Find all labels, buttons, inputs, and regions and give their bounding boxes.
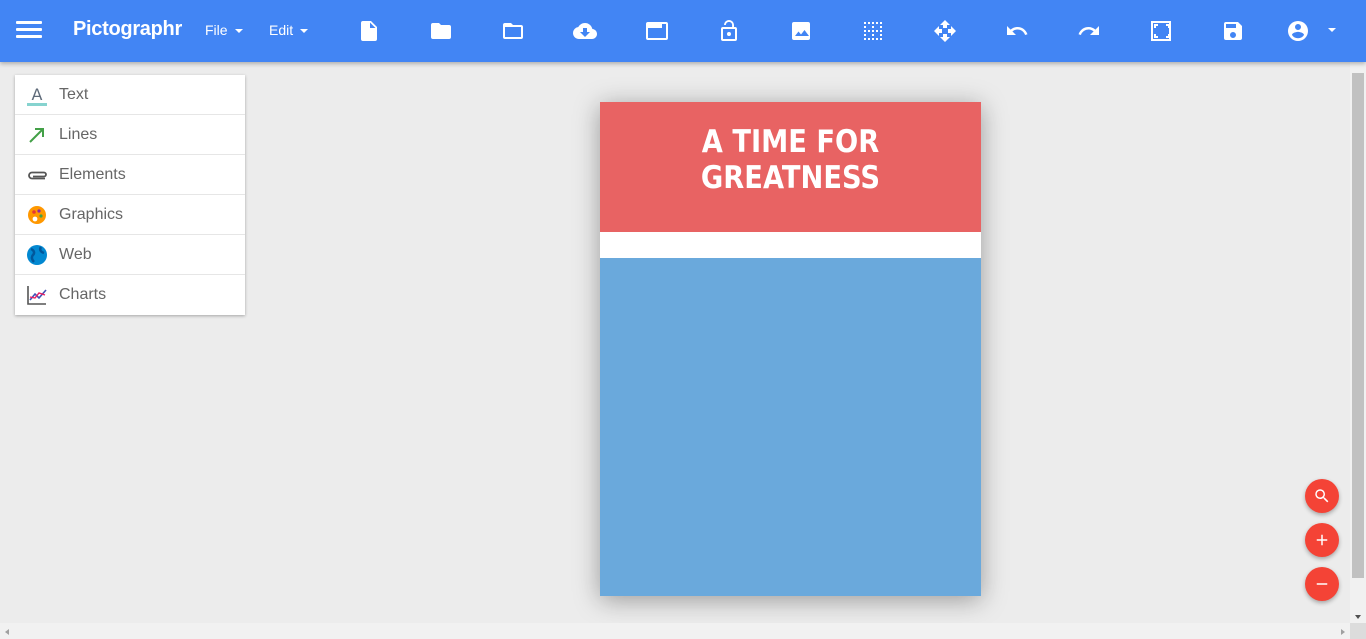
window-icon[interactable] [640, 14, 674, 48]
content-band[interactable] [600, 258, 981, 596]
scroll-down-arrow-icon[interactable] [1355, 615, 1361, 619]
panel-item-label: Charts [59, 286, 107, 303]
text-icon: A [15, 83, 59, 107]
unlock-icon[interactable] [712, 14, 746, 48]
zoom-in-icon [1316, 534, 1328, 546]
caret-down-icon [300, 29, 309, 33]
paperclip-icon [15, 163, 59, 187]
design-canvas[interactable]: A TIME FOR GREATNESS [600, 102, 981, 596]
zoom-out-icon [1316, 583, 1328, 585]
scrollbar-corner [1350, 623, 1366, 639]
scroll-right-arrow-icon[interactable] [1341, 629, 1345, 635]
zoom-out-button[interactable] [1305, 567, 1339, 601]
file-menu[interactable]: File [205, 22, 243, 38]
fit-screen-icon[interactable] [1144, 14, 1178, 48]
zoom-in-button[interactable] [1305, 523, 1339, 557]
new-document-icon[interactable] [352, 14, 386, 48]
edit-menu[interactable]: Edit [269, 22, 309, 38]
vertical-scroll-thumb[interactable] [1352, 73, 1364, 578]
panel-item-web[interactable]: Web [15, 235, 245, 275]
panel-item-label: Graphics [59, 205, 124, 223]
divider-band[interactable] [600, 232, 981, 258]
account-caret-down-icon[interactable] [1328, 28, 1336, 32]
hamburger-menu-icon[interactable] [16, 19, 42, 41]
folder-open-icon[interactable] [496, 14, 530, 48]
app-title: Pictographr [73, 18, 182, 40]
globe-icon [15, 243, 59, 267]
panel-item-lines[interactable]: Lines [15, 115, 245, 155]
caret-down-icon [234, 29, 243, 33]
cloud-download-icon[interactable] [568, 14, 602, 48]
grid-icon[interactable] [856, 14, 890, 48]
move-icon[interactable] [928, 14, 962, 48]
panel-item-charts[interactable]: Charts [15, 275, 245, 315]
file-menu-label: File [205, 22, 228, 38]
save-icon[interactable] [1216, 14, 1250, 48]
vertical-scrollbar[interactable] [1350, 62, 1366, 623]
svg-text:A: A [32, 85, 43, 104]
elements-panel: A Text Lines Elements Graphics Web Chart… [15, 75, 245, 315]
zoom-search-button[interactable] [1305, 479, 1339, 513]
edit-menu-label: Edit [269, 22, 294, 38]
folder-icon[interactable] [424, 14, 458, 48]
panel-item-elements[interactable]: Elements [15, 155, 245, 195]
zoom-search-icon [1315, 489, 1329, 503]
top-app-bar: Pictographr File Edit [0, 0, 1366, 62]
palette-icon [15, 203, 59, 227]
panel-item-label: Text [59, 85, 89, 103]
undo-icon[interactable] [1000, 14, 1034, 48]
scroll-left-arrow-icon[interactable] [5, 629, 9, 635]
redo-icon[interactable] [1072, 14, 1106, 48]
headline-text[interactable]: A TIME FOR GREATNESS [623, 124, 958, 196]
panel-item-label: Web [59, 245, 92, 263]
panel-item-label: Elements [59, 165, 126, 183]
panel-item-graphics[interactable]: Graphics [15, 195, 245, 235]
line-chart-icon [15, 283, 59, 307]
image-icon[interactable] [784, 14, 818, 48]
account-icon[interactable] [1281, 14, 1315, 48]
panel-item-text[interactable]: A Text [15, 75, 245, 115]
arrow-line-icon [15, 123, 59, 147]
panel-item-label: Lines [59, 125, 98, 143]
horizontal-scrollbar[interactable] [0, 623, 1350, 639]
